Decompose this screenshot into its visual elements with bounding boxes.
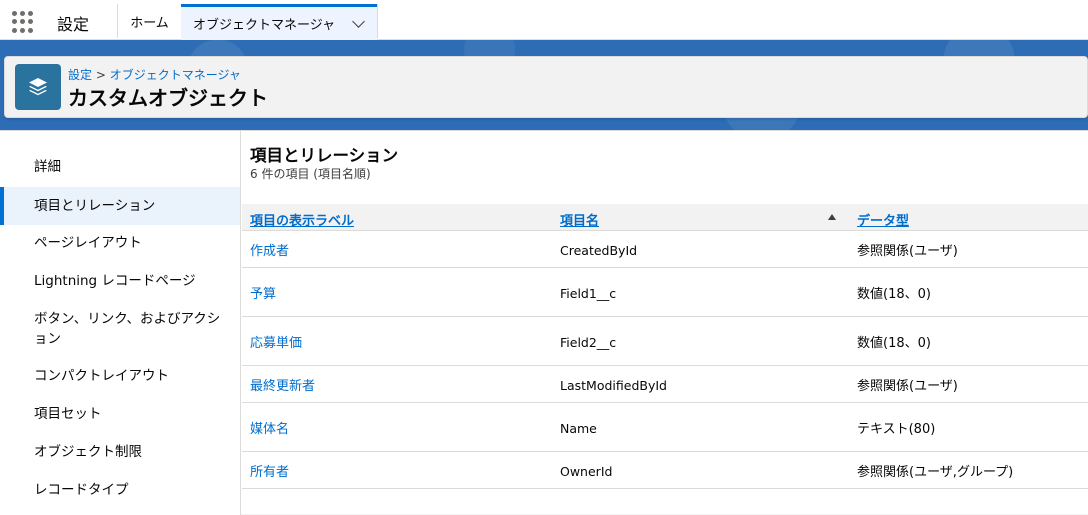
tab-home[interactable]: ホーム (118, 4, 181, 39)
sidebar-item-fields-relationships[interactable]: 項目とリレーション (0, 187, 240, 225)
field-api-name: Name (560, 421, 597, 436)
breadcrumb-separator: > (92, 68, 110, 82)
column-header-label[interactable]: 項目の表示ラベル (250, 210, 354, 229)
breadcrumb: 設定 > オブジェクトマネージャ (68, 66, 241, 83)
chevron-down-icon[interactable] (352, 15, 365, 28)
column-header-data-type[interactable]: データ型 (857, 210, 909, 229)
table-row: 最終更新者 LastModifiedById 参照関係(ユーザ) (242, 366, 1088, 403)
global-nav-bar: 設定 ホーム オブジェクトマネージャ (0, 0, 1088, 40)
sidebar-item-page-layouts[interactable]: ページレイアウト (0, 226, 240, 260)
breadcrumb-object-manager-link[interactable]: オブジェクトマネージャ (110, 68, 241, 82)
table-row: 作成者 CreatedById 参照関係(ユーザ) (242, 231, 1088, 268)
field-label-link[interactable]: 作成者 (250, 240, 289, 259)
page-header: 設定 > オブジェクトマネージャ カスタムオブジェクト (4, 56, 1088, 118)
table-header: 項目の表示ラベル 項目名 データ型 (242, 204, 1088, 231)
field-label-link[interactable]: 最終更新者 (250, 375, 315, 394)
stack-layers-icon (15, 64, 61, 110)
section-title: 項目とリレーション (250, 146, 399, 165)
table-row: 媒体名 Name テキスト(80) (242, 403, 1088, 452)
field-api-name: CreatedById (560, 243, 638, 258)
sidebar-item-record-types[interactable]: レコードタイプ (0, 473, 240, 507)
sidebar-item-buttons-links-actions[interactable]: ボタン、リンク、およびアクション (0, 306, 240, 352)
field-data-type: 参照関係(ユーザ) (857, 244, 958, 259)
nav-divider (377, 4, 378, 38)
tab-object-manager-label: オブジェクトマネージャ (193, 18, 336, 33)
field-data-type: 参照関係(ユーザ) (857, 379, 958, 394)
field-data-type: 数値(18、0) (857, 287, 931, 302)
item-count: 6 件の項目 (項目名順) (250, 167, 371, 181)
column-header-field-name[interactable]: 項目名 (560, 210, 599, 229)
table-row: 予算 Field1__c 数値(18、0) (242, 268, 1088, 317)
field-label-link[interactable]: 所有者 (250, 461, 289, 480)
field-api-name: Field2__c (560, 335, 617, 350)
field-api-name: LastModifiedById (560, 378, 667, 393)
field-label-link[interactable]: 予算 (250, 283, 276, 302)
sidebar-item-compact-layouts[interactable]: コンパクトレイアウト (0, 359, 240, 393)
tab-object-manager[interactable]: オブジェクトマネージャ (181, 4, 377, 40)
field-label-link[interactable]: 応募単価 (250, 332, 302, 351)
field-data-type: 数値(18、0) (857, 336, 931, 351)
main-panel: 詳細 項目とリレーション ページレイアウト Lightning レコードページ … (0, 130, 1088, 515)
table-row: 応募単価 Field2__c 数値(18、0) (242, 317, 1088, 366)
object-sidebar: 詳細 項目とリレーション ページレイアウト Lightning レコードページ … (0, 131, 241, 515)
sidebar-item-object-limits[interactable]: オブジェクト制限 (0, 435, 240, 469)
field-data-type: テキスト(80) (857, 422, 936, 437)
app-launcher-icon[interactable] (12, 11, 34, 33)
sidebar-item-lightning-record-pages[interactable]: Lightning レコードページ (0, 264, 240, 298)
field-api-name: Field1__c (560, 286, 617, 301)
app-name: 設定 (57, 15, 90, 34)
field-api-name: OwnerId (560, 464, 613, 479)
breadcrumb-setup-link[interactable]: 設定 (68, 68, 92, 82)
sidebar-item-details[interactable]: 詳細 (0, 150, 240, 184)
table-row: 所有者 OwnerId 参照関係(ユーザ,グループ) (242, 452, 1088, 489)
sort-ascending-icon[interactable] (828, 214, 836, 220)
field-data-type: 参照関係(ユーザ,グループ) (857, 465, 1014, 480)
sidebar-item-field-sets[interactable]: 項目セット (0, 397, 240, 431)
field-label-link[interactable]: 媒体名 (250, 418, 289, 437)
fields-content: 項目とリレーション 6 件の項目 (項目名順) 項目の表示ラベル 項目名 データ… (242, 131, 1088, 515)
page-title: カスタムオブジェクト (68, 86, 268, 110)
